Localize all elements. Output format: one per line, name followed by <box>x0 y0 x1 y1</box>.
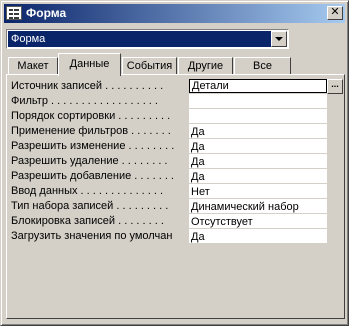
property-label: Источник записей . . . . . . . . . . <box>11 80 164 92</box>
property-label: Применение фильтров . . . . . . . <box>11 125 171 137</box>
property-value-field[interactable]: Детали <box>189 79 327 93</box>
property-value-field[interactable]: Да <box>189 169 327 183</box>
property-label: Загрузить значения по умолчан <box>11 230 173 242</box>
close-icon: ✕ <box>330 6 340 18</box>
property-value-field[interactable]: Да <box>189 154 327 168</box>
property-row[interactable]: Фильтр . . . . . . . . . . . . . . . . .… <box>11 94 340 109</box>
property-label: Разрешить добавление . . . . . . . <box>11 170 174 182</box>
tab-events[interactable]: События <box>122 57 177 75</box>
object-selector-value: Форма <box>8 31 271 47</box>
property-label: Ввод данных . . . . . . . . . . . . . . <box>11 185 164 197</box>
property-row[interactable]: Загрузить значения по умолчан Да <box>11 229 340 244</box>
property-value-field[interactable]: Нет <box>189 184 327 198</box>
tab-strip: Макет Данные События Другие Все <box>1 53 349 76</box>
property-value-field[interactable]: Динамический набор <box>189 199 327 213</box>
property-row[interactable]: Применение фильтров . . . . . . . Да <box>11 124 340 139</box>
property-label: Порядок сортировки . . . . . . . . . <box>11 110 171 122</box>
tab-all[interactable]: Все <box>234 57 291 75</box>
property-label: Тип набора записей . . . . . . . . . <box>11 200 169 212</box>
dropdown-button[interactable] <box>271 31 287 47</box>
property-sheet-icon <box>6 6 22 20</box>
tab-other[interactable]: Другие <box>178 57 233 75</box>
property-value-field[interactable] <box>189 109 327 123</box>
property-row[interactable]: Блокировка записей . . . . . . . . Отсут… <box>11 214 340 229</box>
build-button[interactable]: ... <box>327 79 343 94</box>
property-label: Фильтр . . . . . . . . . . . . . . . . .… <box>11 95 158 107</box>
property-row[interactable]: Порядок сортировки . . . . . . . . . <box>11 109 340 124</box>
close-button[interactable]: ✕ <box>327 6 343 20</box>
chevron-down-icon <box>275 37 283 41</box>
property-value-field[interactable]: Отсутствует <box>189 214 327 228</box>
property-row[interactable]: Разрешить удаление . . . . . . . . Да <box>11 154 340 169</box>
properties-window: Форма ✕ Форма Макет Данные События Други… <box>0 0 349 326</box>
property-label: Блокировка записей . . . . . . . . <box>11 215 164 227</box>
tab-layout[interactable]: Макет <box>8 57 58 75</box>
property-value-field[interactable]: Да <box>189 139 327 153</box>
property-list: Источник записей . . . . . . . . . . Дет… <box>11 79 343 244</box>
property-row[interactable]: Ввод данных . . . . . . . . . . . . . . … <box>11 184 340 199</box>
property-value-field[interactable]: Да <box>189 124 327 138</box>
title-bar[interactable]: Форма ✕ <box>4 4 345 23</box>
property-row[interactable]: Разрешить изменение . . . . . . . . Да <box>11 139 340 154</box>
property-label: Разрешить удаление . . . . . . . . <box>11 155 168 167</box>
property-label: Разрешить изменение . . . . . . . . <box>11 140 175 152</box>
tab-data[interactable]: Данные <box>58 53 121 76</box>
property-row[interactable]: Тип набора записей . . . . . . . . . Дин… <box>11 199 340 214</box>
property-value-field[interactable] <box>189 94 327 108</box>
window-title: Форма <box>26 6 67 20</box>
property-value-field[interactable]: Да <box>189 229 327 243</box>
tab-panel-data: Источник записей . . . . . . . . . . Дет… <box>6 74 345 319</box>
property-row[interactable]: Разрешить добавление . . . . . . . Да <box>11 169 340 184</box>
property-row[interactable]: Источник записей . . . . . . . . . . Дет… <box>11 79 343 94</box>
object-selector[interactable]: Форма <box>6 29 289 49</box>
